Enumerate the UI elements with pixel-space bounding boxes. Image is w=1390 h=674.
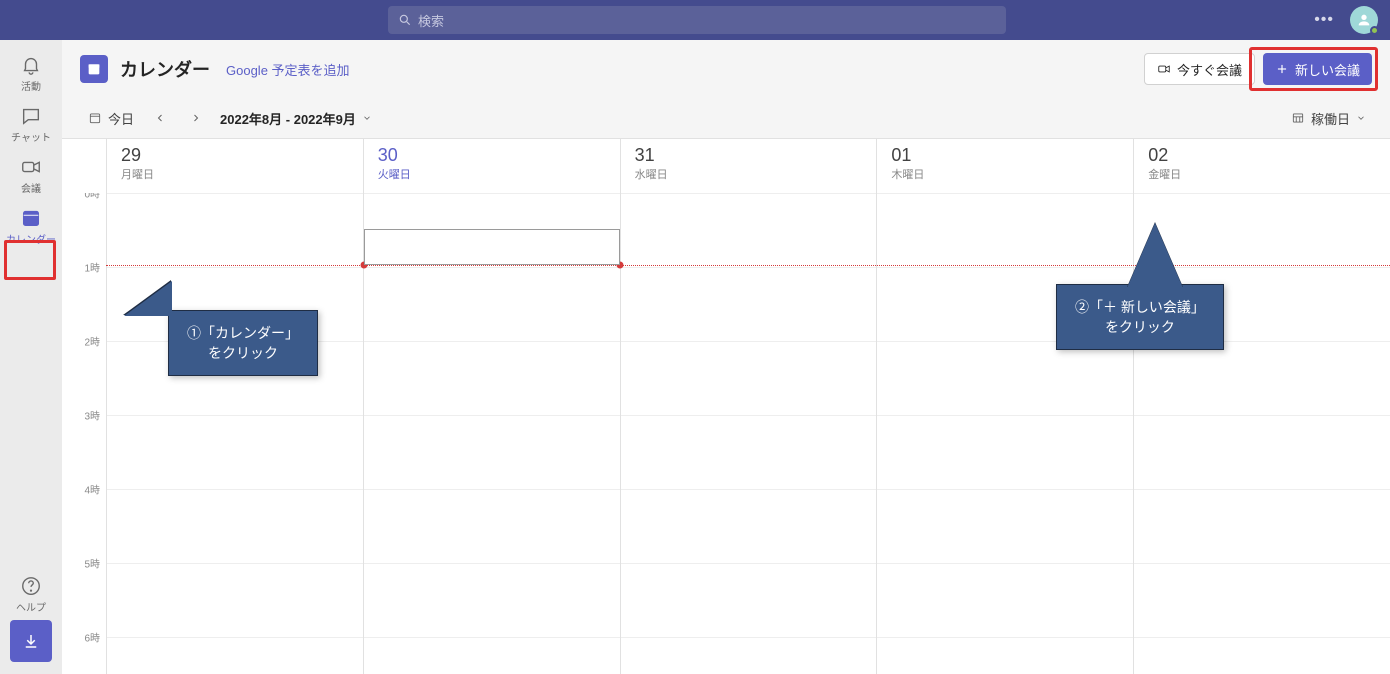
calendar-today-icon	[88, 111, 102, 125]
download-icon	[22, 632, 40, 650]
date-range-label: 2022年8月 - 2022年9月	[220, 109, 356, 128]
calendar-icon	[86, 61, 102, 77]
button-label: 今すぐ会議	[1177, 60, 1242, 79]
prev-button[interactable]	[146, 104, 174, 132]
day-number: 29	[121, 145, 349, 166]
callout-text: ②「＋ 新しい会議」	[1075, 299, 1205, 315]
more-menu[interactable]: •••	[1314, 11, 1334, 29]
annotation-callout-1: ①「カレンダー」 をクリック	[168, 310, 318, 376]
presence-indicator	[1370, 26, 1379, 35]
chevron-down-icon	[362, 113, 372, 123]
search-placeholder: 検索	[418, 11, 444, 30]
page-title: カレンダー	[120, 56, 210, 82]
day-name: 金曜日	[1148, 166, 1376, 182]
view-switcher[interactable]: 稼働日	[1291, 109, 1372, 128]
time-label: 3時	[62, 408, 106, 423]
date-range-picker[interactable]: 2022年8月 - 2022年9月	[220, 109, 372, 128]
callout-text: をクリック	[1075, 317, 1205, 337]
video-icon	[1157, 62, 1171, 76]
day-header[interactable]: 01 木曜日	[876, 139, 1133, 193]
time-label: 4時	[62, 482, 106, 497]
day-header[interactable]: 31 水曜日	[620, 139, 877, 193]
rail-label: チャット	[11, 129, 51, 144]
help-icon	[20, 575, 42, 597]
app-rail: 活動 チャット 会議 カレンダー ヘルプ	[0, 40, 62, 674]
next-button[interactable]	[182, 104, 210, 132]
search-box[interactable]: 検索	[388, 6, 1006, 34]
calendar-toolbar: 今日 2022年8月 - 2022年9月 稼働日	[62, 98, 1390, 138]
rail-chat[interactable]: チャット	[0, 99, 62, 150]
title-bar: 検索 •••	[0, 0, 1390, 40]
day-header[interactable]: 02 金曜日	[1133, 139, 1390, 193]
callout-text: をクリック	[187, 343, 299, 363]
time-label: 2時	[62, 334, 106, 349]
day-number: 02	[1148, 145, 1376, 166]
day-header-today[interactable]: 30 火曜日	[363, 139, 620, 193]
plus-icon	[1275, 62, 1289, 76]
view-label: 稼働日	[1311, 109, 1350, 128]
callout-text: ①「カレンダー」	[187, 325, 299, 341]
rail-meetings[interactable]: 会議	[0, 150, 62, 201]
grid-icon	[1291, 111, 1305, 125]
grid-body[interactable]: 0時 1時 2時 3時 4時 5時 6時	[62, 193, 1390, 674]
current-time-line	[106, 265, 1390, 266]
day-number: 31	[635, 145, 863, 166]
new-meeting-wrap: 新しい会議	[1255, 53, 1372, 85]
rail-label: 会議	[21, 180, 41, 195]
selected-timeslot[interactable]	[364, 229, 620, 265]
add-google-calendar-link[interactable]: Google 予定表を追加	[226, 60, 350, 79]
today-button[interactable]: 今日	[80, 105, 142, 132]
new-meeting-button[interactable]: 新しい会議	[1263, 53, 1372, 85]
day-header[interactable]: 29 月曜日	[106, 139, 363, 193]
day-headers: 29 月曜日 30 火曜日 31 水曜日 01 木曜日 02 金曜日	[106, 139, 1390, 193]
day-number: 30	[378, 145, 606, 166]
button-label: 新しい会議	[1295, 60, 1360, 79]
download-button[interactable]	[10, 620, 52, 662]
time-label: 0時	[62, 193, 106, 201]
rail-calendar[interactable]: カレンダー	[0, 201, 62, 252]
annotation-callout-2: ②「＋ 新しい会議」 をクリック	[1056, 284, 1224, 350]
chevron-down-icon	[1356, 113, 1366, 123]
calendar-app-icon	[80, 55, 108, 83]
time-label: 1時	[62, 260, 106, 275]
rail-label: 活動	[21, 78, 41, 93]
day-name: 水曜日	[635, 166, 863, 182]
bell-icon	[20, 54, 42, 76]
day-name: 火曜日	[378, 166, 606, 182]
person-icon	[1356, 12, 1372, 28]
calendar-icon	[20, 207, 42, 229]
day-name: 木曜日	[891, 166, 1119, 182]
rail-label: カレンダー	[6, 231, 56, 246]
button-label: 今日	[108, 109, 134, 128]
day-name: 月曜日	[121, 166, 349, 182]
rail-activity[interactable]: 活動	[0, 48, 62, 99]
search-icon	[398, 13, 412, 27]
chevron-left-icon	[154, 112, 166, 124]
chat-icon	[20, 105, 42, 127]
time-gutter: 0時 1時 2時 3時 4時 5時 6時	[62, 193, 106, 674]
calendar-grid: 29 月曜日 30 火曜日 31 水曜日 01 木曜日 02 金曜日 0時	[62, 138, 1390, 674]
day-number: 01	[891, 145, 1119, 166]
page-header: カレンダー Google 予定表を追加 今すぐ会議 新しい会議	[62, 40, 1390, 98]
time-label: 5時	[62, 556, 106, 571]
rail-label: ヘルプ	[16, 599, 46, 614]
video-icon	[20, 156, 42, 178]
avatar[interactable]	[1350, 6, 1378, 34]
time-label: 6時	[62, 630, 106, 645]
meet-now-button[interactable]: 今すぐ会議	[1144, 53, 1255, 85]
chevron-right-icon	[190, 112, 202, 124]
rail-help[interactable]: ヘルプ	[0, 569, 62, 620]
